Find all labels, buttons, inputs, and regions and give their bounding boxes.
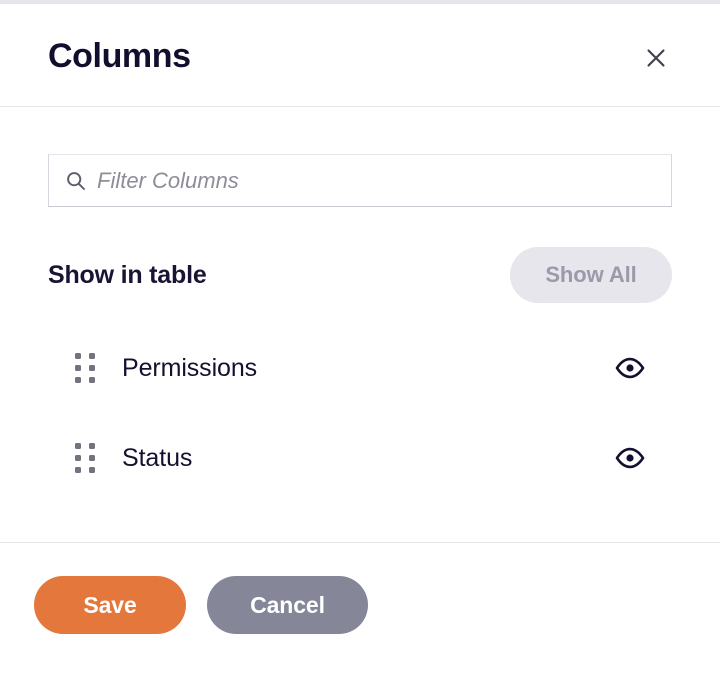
dialog-header: Columns (0, 4, 720, 107)
show-in-table-section: Show in table Show All (48, 247, 672, 303)
list-item[interactable]: Status (48, 413, 672, 503)
search-input[interactable] (97, 155, 671, 206)
drag-handle-icon[interactable] (70, 353, 100, 383)
dialog-body: Show in table Show All Permissions (0, 107, 720, 542)
column-list: Permissions Status (48, 323, 672, 503)
drag-handle-icon[interactable] (70, 443, 100, 473)
cancel-button[interactable]: Cancel (207, 576, 368, 634)
visibility-toggle-button[interactable] (612, 440, 648, 476)
eye-icon (615, 447, 645, 469)
close-icon (644, 46, 668, 70)
eye-icon (615, 357, 645, 379)
page-title: Columns (48, 37, 191, 75)
show-all-button[interactable]: Show All (510, 247, 672, 303)
column-name-label: Status (122, 444, 193, 472)
show-in-table-label: Show in table (48, 261, 207, 289)
columns-dialog: Columns Show in table Show All (0, 4, 720, 680)
close-button[interactable] (638, 40, 674, 76)
column-name-label: Permissions (122, 354, 258, 382)
save-button[interactable]: Save (34, 576, 186, 634)
visibility-toggle-button[interactable] (612, 350, 648, 386)
search-icon (65, 170, 87, 192)
list-item[interactable]: Permissions (48, 323, 672, 413)
dialog-footer: Save Cancel (0, 542, 720, 679)
footer-actions: Save Cancel (34, 576, 368, 634)
filter-columns-field[interactable] (48, 154, 672, 207)
